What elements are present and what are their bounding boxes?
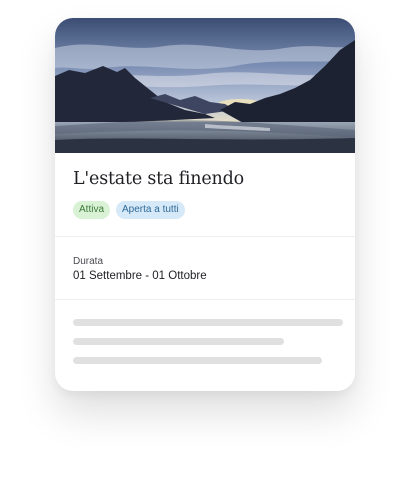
divider bbox=[55, 299, 355, 300]
divider bbox=[55, 236, 355, 237]
skeleton-line bbox=[73, 338, 284, 345]
skeleton-line bbox=[73, 319, 343, 326]
card-title: L'estate sta finendo bbox=[73, 169, 244, 189]
skeleton-line bbox=[73, 357, 322, 364]
status-badge-active: Attiva bbox=[73, 201, 111, 219]
hero-image bbox=[55, 18, 355, 153]
visibility-badge: Aperta a tutti bbox=[116, 201, 185, 219]
event-card[interactable]: L'estate sta finendo Attiva Aperta a tut… bbox=[55, 18, 355, 391]
duration-label: Durata bbox=[73, 256, 104, 267]
duration-value: 01 Settembre - 01 Ottobre bbox=[73, 270, 207, 282]
badge-group: Attiva Aperta a tutti bbox=[73, 201, 185, 219]
